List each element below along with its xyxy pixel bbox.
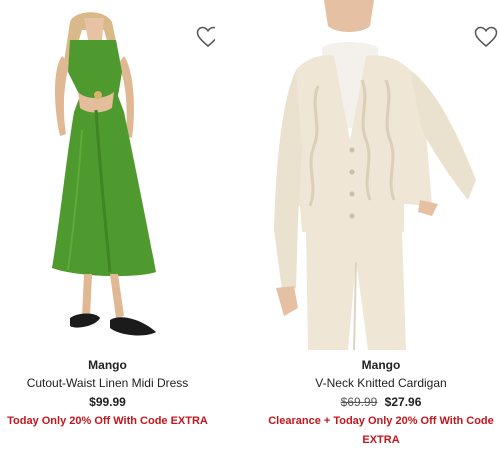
product-brand: Mango [88,358,127,372]
product-info: Mango Cutout-Waist Linen Midi Dress $99.… [0,357,215,431]
product-image[interactable] [0,0,215,350]
promo-text[interactable]: Today Only 20% Off With Code EXTRA [0,412,215,431]
product-grid: Mango Cutout-Waist Linen Midi Dress $99.… [0,0,500,464]
product-price: $99.99 [89,395,126,409]
product-name[interactable]: V-Neck Knitted Cardigan [262,374,500,393]
heart-outline-icon [474,26,498,47]
original-price: $69.99 [340,395,378,409]
cardigan-illustration [274,0,476,350]
product-image[interactable] [262,0,500,350]
product-info: Mango V-Neck Knitted Cardigan $69.99 $27… [262,357,500,450]
favorite-button[interactable] [196,26,215,48]
heart-outline-icon [196,26,215,47]
price-row: $99.99 [0,393,215,412]
promo-text[interactable]: Clearance + Today Only 20% Off With Code… [262,412,500,450]
dress-illustration [52,12,156,336]
product-name[interactable]: Cutout-Waist Linen Midi Dress [0,374,215,393]
sale-price: $27.96 [384,395,422,409]
price-row: $69.99 $27.96 [262,393,500,412]
product-card[interactable]: Mango V-Neck Knitted Cardigan $69.99 $27… [262,0,500,464]
favorite-button[interactable] [474,26,498,48]
product-card[interactable]: Mango Cutout-Waist Linen Midi Dress $99.… [0,0,215,464]
product-brand: Mango [361,358,401,372]
